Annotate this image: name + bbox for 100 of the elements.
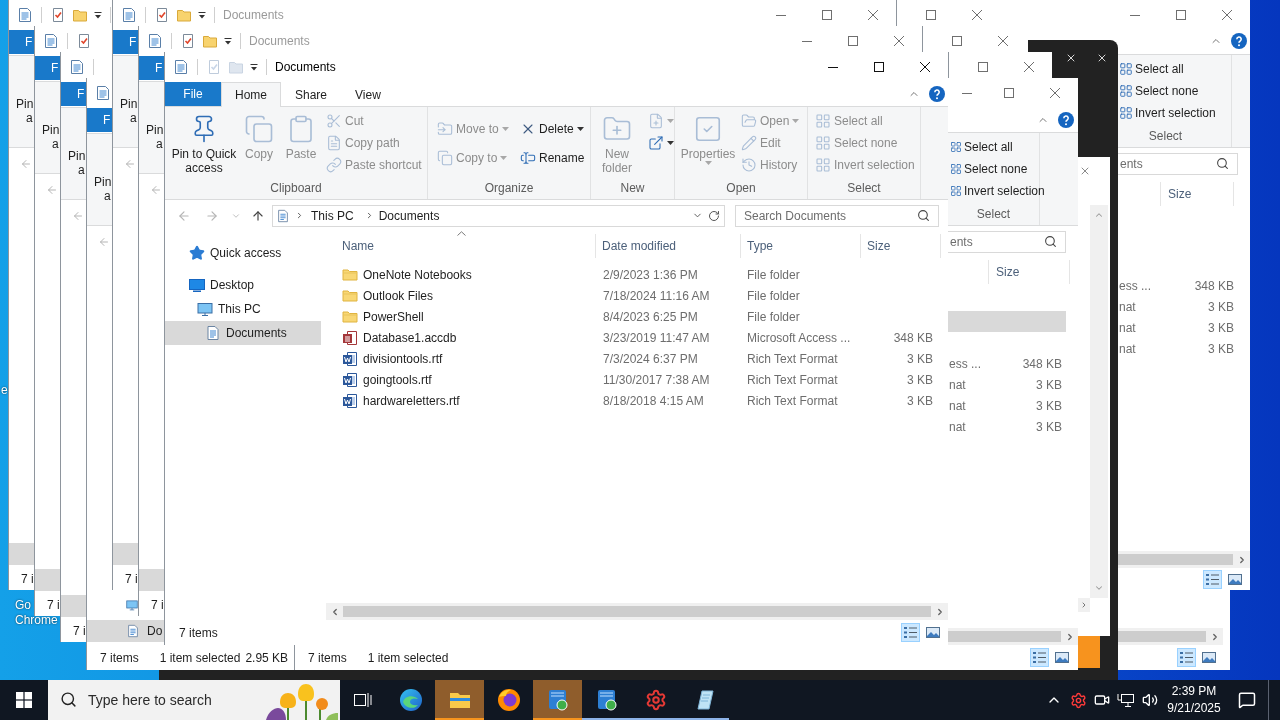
horizontal-scrollbar[interactable] [326, 603, 948, 620]
file-row[interactable]: nat 3 KB [1118, 317, 1234, 338]
gear-icon[interactable] [1069, 691, 1087, 709]
file-row[interactable]: Database1.accdb 3/23/2019 11:47 AM Microsoft Access ... 348 KB [326, 327, 948, 348]
checkmark-document-icon[interactable] [76, 33, 92, 49]
document-icon[interactable] [69, 59, 85, 75]
help-icon[interactable] [929, 86, 945, 102]
document-icon[interactable] [147, 33, 163, 49]
details-view-button[interactable] [1203, 569, 1222, 589]
ribbon-button[interactable]: Rename [517, 143, 588, 172]
document-icon[interactable] [95, 85, 111, 101]
file-row[interactable]: ess ... 348 KB [1118, 275, 1234, 296]
file-row[interactable]: divisiontools.rtf 7/3/2024 6:37 PM Rich Text Format 3 KB [326, 348, 948, 369]
checkmark-document-icon[interactable] [50, 7, 66, 23]
refresh-icon[interactable] [708, 209, 720, 222]
file-tab[interactable]: F [139, 56, 164, 80]
details-view-button[interactable] [1030, 648, 1049, 667]
dropdown-caret-icon[interactable] [198, 10, 206, 20]
document-icon[interactable] [121, 7, 137, 23]
dropdown-caret-icon[interactable] [250, 62, 258, 72]
breadcrumb[interactable]: This PC [311, 208, 354, 223]
chevron-right-icon[interactable] [295, 211, 304, 220]
ribbon-tab[interactable]: View [341, 82, 395, 107]
maximize-icon[interactable] [874, 62, 884, 72]
search-icon[interactable] [1216, 156, 1229, 170]
column-header[interactable]: Size [861, 234, 941, 258]
file-tab[interactable]: F [87, 108, 112, 132]
scrollbar-thumb[interactable] [1118, 554, 1233, 565]
address-bar[interactable]: This PC Documents [272, 204, 725, 227]
checkmark-document-icon[interactable] [180, 33, 196, 49]
help-icon[interactable] [1231, 33, 1247, 49]
document-icon[interactable] [43, 33, 59, 49]
search-field[interactable]: ents [1118, 152, 1238, 175]
task-view-icon[interactable] [354, 692, 372, 708]
file-row[interactable]: nat 3 KB [1118, 338, 1234, 359]
camera-icon[interactable] [1094, 692, 1110, 708]
up-arrow-icon[interactable] [251, 208, 265, 223]
file-tab[interactable]: File [165, 82, 221, 106]
file-tab[interactable]: F [61, 82, 86, 106]
search-field[interactable]: Type here to search [48, 680, 340, 720]
nav-item[interactable]: Do [87, 620, 164, 642]
column-header[interactable]: Size [1160, 182, 1234, 206]
document-icon[interactable] [17, 7, 33, 23]
file-row[interactable]: nat 3 KB [948, 416, 1066, 437]
scrollbar-thumb[interactable] [1118, 631, 1206, 642]
document-icon[interactable] [173, 59, 189, 75]
file-row[interactable]: goingtools.rtf 11/30/2017 7:38 AM Rich Text Format 3 KB [326, 369, 948, 390]
ribbon-button[interactable]: Select none [1118, 80, 1199, 102]
dropdown-caret-icon[interactable] [224, 36, 232, 46]
horizontal-scrollbar[interactable] [1118, 551, 1250, 568]
network-icon[interactable] [1117, 692, 1135, 708]
scrollbar-thumb[interactable] [343, 606, 931, 617]
ribbon-button[interactable]: Select all [948, 136, 1013, 158]
column-header[interactable]: Size [988, 260, 1070, 284]
ribbon-button[interactable]: Invert selection [1118, 102, 1216, 124]
search-field[interactable]: ents [948, 230, 1066, 253]
clock[interactable]: 2:39 PM 9/21/2025 [1162, 680, 1226, 720]
file-tab[interactable]: F [113, 30, 138, 54]
nav-item[interactable]: Desktop [165, 273, 321, 297]
checkmark-document-icon[interactable] [154, 7, 170, 23]
help-icon[interactable] [1058, 112, 1074, 128]
dropdown-caret-icon[interactable] [94, 10, 102, 20]
nav-item[interactable]: Documents [165, 321, 321, 345]
horizontal-scrollbar[interactable] [1118, 628, 1223, 645]
column-header[interactable]: Name [326, 234, 596, 258]
nav-item[interactable]: This PC [165, 297, 321, 321]
file-row[interactable]: hardwareletters.rtf 8/18/2018 4:15 AM Rich Text Format 3 KB [326, 390, 948, 411]
file-row[interactable]: OneNote Notebooks 2/9/2023 1:36 PM File folder [326, 264, 948, 285]
details-view-button[interactable] [1177, 648, 1196, 667]
details-view-button[interactable] [901, 623, 920, 642]
file-tab[interactable]: F [9, 30, 34, 54]
close-icon[interactable] [1065, 52, 1077, 64]
column-header[interactable]: Date modified [596, 234, 741, 258]
file-row[interactable]: PowerShell 8/4/2023 6:25 PM File folder [326, 306, 948, 327]
search-field[interactable]: Search Documents [735, 204, 939, 227]
windows-logo-icon[interactable] [16, 692, 32, 708]
minimize-icon[interactable] [828, 66, 838, 68]
volume-icon[interactable] [1142, 692, 1158, 708]
file-row[interactable]: nat 3 KB [948, 374, 1066, 395]
ribbon-tab[interactable]: Share [281, 82, 342, 107]
file-row[interactable]: nat 3 KB [1118, 296, 1234, 317]
close-icon[interactable] [920, 62, 930, 72]
nav-item[interactable]: Quick access [165, 241, 321, 265]
breadcrumb[interactable]: Documents [378, 208, 440, 223]
close-icon[interactable] [1096, 52, 1108, 64]
ribbon-button[interactable]: Select none [948, 158, 1028, 180]
search-icon[interactable] [1044, 234, 1057, 248]
search-icon[interactable] [917, 208, 930, 222]
file-tab[interactable]: F [35, 56, 60, 80]
ribbon-tab[interactable]: Home [221, 82, 281, 107]
ribbon-button[interactable]: Select all [1118, 58, 1184, 80]
ribbon-button[interactable]: Pin to Quick access [171, 107, 237, 179]
notification-icon[interactable] [1238, 691, 1256, 709]
file-row[interactable]: Outlook Files 7/18/2024 11:16 AM File folder [326, 285, 948, 306]
file-row[interactable]: nat 3 KB [948, 395, 1066, 416]
horizontal-scrollbar[interactable] [948, 628, 1078, 645]
scrollbar-thumb[interactable] [948, 631, 1061, 642]
ribbon-button[interactable]: Invert selection [948, 180, 1045, 202]
ribbon-button[interactable]: Delete [517, 114, 587, 143]
column-header[interactable]: Type [741, 234, 861, 258]
